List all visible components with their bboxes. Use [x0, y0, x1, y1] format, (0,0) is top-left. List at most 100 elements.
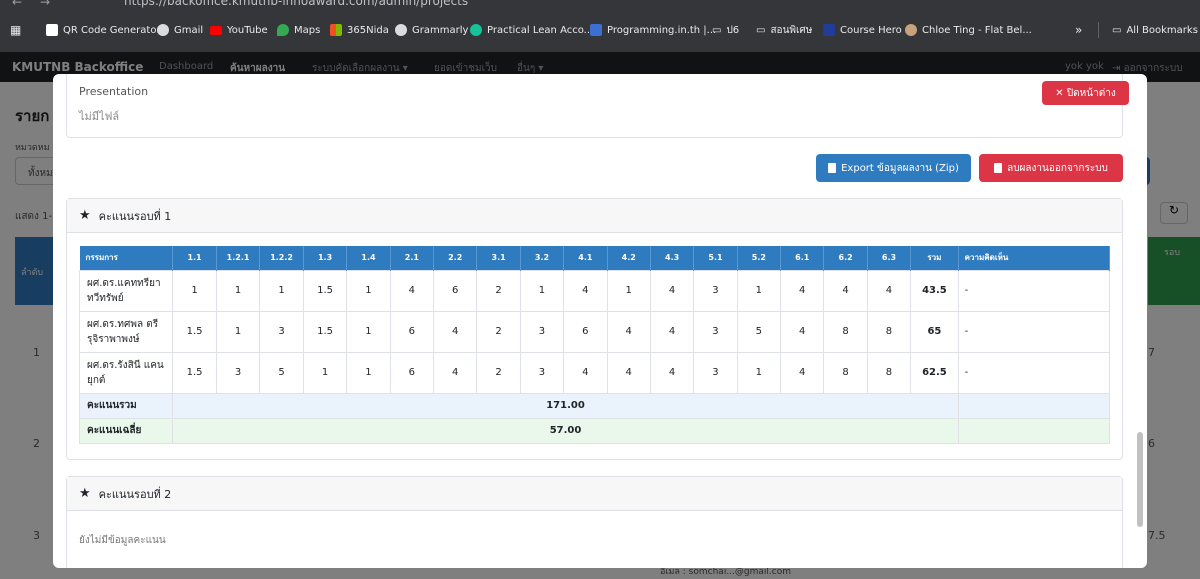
star-icon: ★	[79, 208, 91, 223]
address-bar[interactable]: ← → https://backoffice.kmutnb-innoaward.…	[0, 0, 1200, 14]
header-criterion: รวม	[910, 246, 959, 270]
bookmark-lean[interactable]: Practical Lean Acco...	[470, 22, 593, 38]
score-cell: 5	[736, 310, 782, 353]
header-comment: ความคิดเห็น	[958, 246, 1111, 270]
score-cell: 4	[649, 351, 695, 394]
score-cell: 3	[215, 351, 261, 394]
score-cell: 6	[433, 269, 478, 312]
presentation-label: Presentation	[79, 85, 149, 98]
comment-cell: -	[957, 351, 1111, 394]
back-icon[interactable]: ←	[12, 0, 22, 9]
score-cell: 1	[736, 269, 782, 312]
comment-cell: -	[957, 310, 1111, 353]
bookmark-grammarly[interactable]: Grammarly	[395, 22, 468, 38]
round1-header: ★ คะแนนรอบที่ 1	[67, 199, 1122, 233]
total-cell: 43.5	[910, 269, 959, 312]
score-cell: 1	[606, 269, 651, 312]
header-criterion: 6.3	[867, 246, 912, 270]
header-criterion: 2.1	[390, 246, 435, 270]
score-cell: 1	[215, 269, 261, 312]
folder-icon: ▭	[1112, 24, 1122, 36]
bookmark-365nida[interactable]: 365Nida	[330, 22, 389, 38]
bookmark-chloeting[interactable]: Chloe Ting - Flat Bel...	[905, 22, 1032, 38]
header-criterion: 4.1	[563, 246, 608, 270]
total-cell: 65	[910, 310, 959, 353]
score-cell: 2	[476, 310, 521, 353]
score-cell: 1.5	[302, 269, 348, 312]
round2-card: ★ คะแนนรอบที่ 2 ยังไม่มีข้อมูลคะแนน	[66, 476, 1123, 568]
table-row: ผศ.ดร.รังสินี แคนยุกต์ 1.5 3 5 1 1 6 4 2 3 4 4 4 3 1 4 8…	[78, 351, 1111, 394]
close-modal-button[interactable]: ✕ ปิดหน้าต่าง	[1042, 81, 1129, 105]
score-cell: 4	[606, 310, 651, 353]
header-criterion: 1.3	[303, 246, 348, 270]
score-cell: 2	[476, 351, 521, 394]
table-header-row: กรรมการ 1.1 1.2.1 1.2.2 1.3 1.4 2.1 2.2 3.1 3.2 4.…	[79, 246, 1111, 270]
forward-icon[interactable]: →	[40, 0, 50, 9]
score-cell: 4	[780, 269, 825, 312]
modal-scrollbar[interactable]	[1137, 432, 1143, 527]
round1-card: ★ คะแนนรอบที่ 1 กรรมการ 1.1 1.2.1 1.2.2 1.3 1…	[66, 198, 1123, 460]
bookmark-programming[interactable]: Programming.in.th |...	[590, 22, 716, 38]
table-row: ผศ.ดร.แคททรียา ทวีทรัพย์ 1 1 1 1.5 1 4 6 2 1 4 1 4 3 1…	[78, 269, 1111, 312]
more-bookmarks-icon[interactable]: »	[1075, 22, 1082, 38]
star-icon	[823, 24, 835, 36]
round1-score-table: กรรมการ 1.1 1.2.1 1.2.2 1.3 1.4 2.1 2.2 3.1 3.2 4.…	[78, 246, 1111, 444]
folder-icon: ▭	[756, 24, 766, 36]
bookmark-coursehero[interactable]: Course Hero	[823, 22, 902, 38]
score-cell: 4	[563, 351, 608, 394]
score-cell: 4	[866, 269, 912, 312]
bookmark-youtube[interactable]: YouTube	[210, 22, 268, 38]
url-text[interactable]: https://backoffice.kmutnb-innoaward.com/…	[124, 0, 468, 8]
bookmark-maps[interactable]: Maps	[277, 22, 320, 38]
score-cell: 1.5	[172, 310, 217, 353]
header-criterion: 5.1	[693, 246, 738, 270]
score-cell: 3	[693, 269, 738, 312]
round2-empty: ยังไม่มีข้อมูลคะแนน	[79, 535, 166, 546]
score-cell: 4	[433, 351, 478, 394]
globe-icon	[395, 24, 407, 36]
file-icon	[828, 163, 837, 173]
header-criterion: 6.2	[823, 246, 868, 270]
project-detail-modal: Presentation ไม่มีไฟล์ ✕ ปิดหน้าต่าง Exp…	[53, 74, 1147, 568]
lean-icon	[470, 24, 482, 36]
bookmark-gmail[interactable]: Gmail	[157, 22, 203, 38]
score-cell: 4	[780, 351, 825, 394]
score-cell: 4	[649, 310, 695, 353]
sum-empty	[957, 392, 1111, 419]
youtube-icon	[210, 25, 222, 35]
round1-title: คะแนนรอบที่ 1	[98, 209, 172, 223]
score-cell: 8	[866, 351, 912, 394]
header-criterion: 3.1	[476, 246, 521, 270]
all-bookmarks[interactable]: ▭ All Bookmarks	[1112, 22, 1198, 38]
judge-name: ผศ.ดร.รังสินี แคนยุกต์	[78, 351, 174, 394]
total-cell: 62.5	[910, 351, 959, 394]
score-cell: 1	[172, 269, 217, 312]
score-cell: 3	[259, 310, 304, 353]
avg-empty	[957, 417, 1111, 444]
score-cell: 2	[476, 269, 521, 312]
score-cell: 5	[259, 351, 304, 394]
score-cell: 1	[346, 310, 391, 353]
score-cell: 3	[519, 310, 565, 353]
presentation-card: Presentation ไม่มีไฟล์	[66, 74, 1123, 138]
score-cell: 1	[346, 269, 391, 312]
delete-project-button[interactable]: ลบผลงานออกจากระบบ	[979, 154, 1123, 182]
score-cell: 3	[693, 310, 738, 353]
folder-icon: ▭	[712, 24, 722, 36]
microsoft-icon	[330, 24, 342, 36]
bookmark-folder-p6[interactable]: ▭ ป6	[712, 22, 739, 38]
header-criterion: 3.2	[520, 246, 565, 270]
score-cell: 8	[866, 310, 912, 353]
round2-title: คะแนนรอบที่ 2	[98, 487, 172, 501]
score-cell: 8	[823, 310, 868, 353]
bookmark-qr[interactable]: QR Code Generator	[46, 22, 161, 38]
sum-value: 171.00	[172, 392, 959, 419]
score-cell: 1	[736, 351, 782, 394]
sum-label: คะแนนรวม	[78, 392, 174, 419]
qr-icon	[46, 24, 58, 36]
export-zip-button[interactable]: Export ข้อมูลผลงาน (Zip)	[816, 154, 971, 182]
apps-icon[interactable]: ▦	[10, 22, 21, 38]
trash-icon	[994, 163, 1003, 173]
bookmark-folder-tutor[interactable]: ▭ สอนพิเศษ	[756, 22, 812, 38]
header-criterion: 5.2	[737, 246, 782, 270]
